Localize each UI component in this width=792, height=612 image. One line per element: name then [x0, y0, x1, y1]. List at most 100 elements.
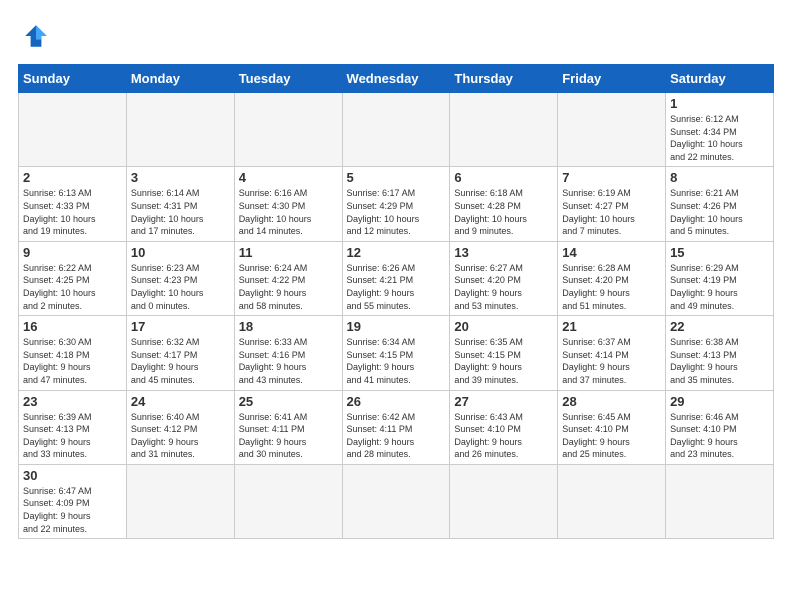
- calendar-cell: 10 Sunrise: 6:23 AM Sunset: 4:23 PM Dayli…: [126, 241, 234, 315]
- day-info: Sunrise: 6:45 AM Sunset: 4:10 PM Dayligh…: [562, 411, 661, 461]
- day-number: 24: [131, 394, 230, 409]
- calendar-week-3: 9 Sunrise: 6:22 AM Sunset: 4:25 PM Daylig…: [19, 241, 774, 315]
- weekday-header-thursday: Thursday: [450, 65, 558, 93]
- weekday-header-sunday: Sunday: [19, 65, 127, 93]
- day-number: 13: [454, 245, 553, 260]
- weekday-header-saturday: Saturday: [666, 65, 774, 93]
- calendar-week-5: 23 Sunrise: 6:39 AM Sunset: 4:13 PM Dayli…: [19, 390, 774, 464]
- calendar-cell: 24 Sunrise: 6:40 AM Sunset: 4:12 PM Dayli…: [126, 390, 234, 464]
- calendar-cell: 6 Sunrise: 6:18 AM Sunset: 4:28 PM Daylig…: [450, 167, 558, 241]
- calendar-cell: 1 Sunrise: 6:12 AM Sunset: 4:34 PM Daylig…: [666, 93, 774, 167]
- day-info: Sunrise: 6:19 AM Sunset: 4:27 PM Dayligh…: [562, 187, 661, 237]
- calendar-cell: 11Sunrise: 6:24 AM Sunset: 4:22 PM Dayli…: [234, 241, 342, 315]
- day-info: Sunrise: 6:39 AM Sunset: 4:13 PM Dayligh…: [23, 411, 122, 461]
- day-info: Sunrise: 6:12 AM Sunset: 4:34 PM Dayligh…: [670, 113, 769, 163]
- calendar-cell: 28Sunrise: 6:45 AM Sunset: 4:10 PM Dayli…: [558, 390, 666, 464]
- calendar-cell: 12 Sunrise: 6:26 AM Sunset: 4:21 PM Dayli…: [342, 241, 450, 315]
- calendar-cell: 25 Sunrise: 6:41 AM Sunset: 4:11 PM Dayli…: [234, 390, 342, 464]
- calendar-cell: [558, 93, 666, 167]
- day-number: 14: [562, 245, 661, 260]
- day-info: Sunrise: 6:41 AM Sunset: 4:11 PM Dayligh…: [239, 411, 338, 461]
- day-number: 26: [347, 394, 446, 409]
- day-number: 6: [454, 170, 553, 185]
- weekday-header-tuesday: Tuesday: [234, 65, 342, 93]
- calendar-cell: [342, 93, 450, 167]
- logo: [18, 18, 60, 54]
- calendar-cell: 8 Sunrise: 6:21 AM Sunset: 4:26 PM Daylig…: [666, 167, 774, 241]
- day-number: 18: [239, 319, 338, 334]
- day-number: 20: [454, 319, 553, 334]
- calendar-cell: 17 Sunrise: 6:32 AM Sunset: 4:17 PM Dayli…: [126, 316, 234, 390]
- calendar-cell: 2Sunrise: 6:13 AM Sunset: 4:33 PM Daylig…: [19, 167, 127, 241]
- day-number: 27: [454, 394, 553, 409]
- calendar-table: SundayMondayTuesdayWednesdayThursdayFrid…: [18, 64, 774, 539]
- day-number: 9: [23, 245, 122, 260]
- calendar-cell: 9 Sunrise: 6:22 AM Sunset: 4:25 PM Daylig…: [19, 241, 127, 315]
- day-number: 17: [131, 319, 230, 334]
- day-number: 22: [670, 319, 769, 334]
- weekday-header-friday: Friday: [558, 65, 666, 93]
- day-info: Sunrise: 6:46 AM Sunset: 4:10 PM Dayligh…: [670, 411, 769, 461]
- day-info: Sunrise: 6:13 AM Sunset: 4:33 PM Dayligh…: [23, 187, 122, 237]
- day-info: Sunrise: 6:42 AM Sunset: 4:11 PM Dayligh…: [347, 411, 446, 461]
- calendar-cell: 14 Sunrise: 6:28 AM Sunset: 4:20 PM Dayli…: [558, 241, 666, 315]
- calendar-cell: 27Sunrise: 6:43 AM Sunset: 4:10 PM Dayli…: [450, 390, 558, 464]
- day-number: 12: [347, 245, 446, 260]
- calendar-header: SundayMondayTuesdayWednesdayThursdayFrid…: [19, 65, 774, 93]
- day-info: Sunrise: 6:37 AM Sunset: 4:14 PM Dayligh…: [562, 336, 661, 386]
- day-number: 5: [347, 170, 446, 185]
- day-info: Sunrise: 6:21 AM Sunset: 4:26 PM Dayligh…: [670, 187, 769, 237]
- calendar-cell: 23 Sunrise: 6:39 AM Sunset: 4:13 PM Dayli…: [19, 390, 127, 464]
- calendar-cell: 5 Sunrise: 6:17 AM Sunset: 4:29 PM Daylig…: [342, 167, 450, 241]
- day-info: Sunrise: 6:14 AM Sunset: 4:31 PM Dayligh…: [131, 187, 230, 237]
- calendar-cell: 22 Sunrise: 6:38 AM Sunset: 4:13 PM Dayli…: [666, 316, 774, 390]
- day-info: Sunrise: 6:33 AM Sunset: 4:16 PM Dayligh…: [239, 336, 338, 386]
- day-info: Sunrise: 6:26 AM Sunset: 4:21 PM Dayligh…: [347, 262, 446, 312]
- calendar-cell: [558, 464, 666, 538]
- calendar-cell: [19, 93, 127, 167]
- day-info: Sunrise: 6:18 AM Sunset: 4:28 PM Dayligh…: [454, 187, 553, 237]
- day-number: 19: [347, 319, 446, 334]
- weekday-header-monday: Monday: [126, 65, 234, 93]
- calendar-cell: [450, 464, 558, 538]
- day-number: 29: [670, 394, 769, 409]
- day-number: 4: [239, 170, 338, 185]
- calendar-cell: 7Sunrise: 6:19 AM Sunset: 4:27 PM Daylig…: [558, 167, 666, 241]
- calendar-week-1: 1 Sunrise: 6:12 AM Sunset: 4:34 PM Daylig…: [19, 93, 774, 167]
- page: SundayMondayTuesdayWednesdayThursdayFrid…: [0, 0, 792, 612]
- calendar-cell: 4Sunrise: 6:16 AM Sunset: 4:30 PM Daylig…: [234, 167, 342, 241]
- calendar-cell: [234, 464, 342, 538]
- day-info: Sunrise: 6:30 AM Sunset: 4:18 PM Dayligh…: [23, 336, 122, 386]
- day-info: Sunrise: 6:22 AM Sunset: 4:25 PM Dayligh…: [23, 262, 122, 312]
- day-info: Sunrise: 6:23 AM Sunset: 4:23 PM Dayligh…: [131, 262, 230, 312]
- day-number: 11: [239, 245, 338, 260]
- day-number: 1: [670, 96, 769, 111]
- day-number: 25: [239, 394, 338, 409]
- calendar-cell: 29 Sunrise: 6:46 AM Sunset: 4:10 PM Dayli…: [666, 390, 774, 464]
- weekday-header-row: SundayMondayTuesdayWednesdayThursdayFrid…: [19, 65, 774, 93]
- calendar-cell: 15Sunrise: 6:29 AM Sunset: 4:19 PM Dayli…: [666, 241, 774, 315]
- day-info: Sunrise: 6:29 AM Sunset: 4:19 PM Dayligh…: [670, 262, 769, 312]
- day-info: Sunrise: 6:28 AM Sunset: 4:20 PM Dayligh…: [562, 262, 661, 312]
- day-number: 23: [23, 394, 122, 409]
- calendar-cell: 3Sunrise: 6:14 AM Sunset: 4:31 PM Daylig…: [126, 167, 234, 241]
- calendar-cell: [234, 93, 342, 167]
- calendar-week-6: 30Sunrise: 6:47 AM Sunset: 4:09 PM Dayli…: [19, 464, 774, 538]
- day-info: Sunrise: 6:27 AM Sunset: 4:20 PM Dayligh…: [454, 262, 553, 312]
- day-info: Sunrise: 6:35 AM Sunset: 4:15 PM Dayligh…: [454, 336, 553, 386]
- day-number: 16: [23, 319, 122, 334]
- calendar-week-2: 2Sunrise: 6:13 AM Sunset: 4:33 PM Daylig…: [19, 167, 774, 241]
- calendar-cell: 20 Sunrise: 6:35 AM Sunset: 4:15 PM Dayli…: [450, 316, 558, 390]
- day-info: Sunrise: 6:17 AM Sunset: 4:29 PM Dayligh…: [347, 187, 446, 237]
- day-info: Sunrise: 6:32 AM Sunset: 4:17 PM Dayligh…: [131, 336, 230, 386]
- day-number: 30: [23, 468, 122, 483]
- day-info: Sunrise: 6:38 AM Sunset: 4:13 PM Dayligh…: [670, 336, 769, 386]
- calendar-cell: [126, 93, 234, 167]
- calendar-body: 1 Sunrise: 6:12 AM Sunset: 4:34 PM Daylig…: [19, 93, 774, 539]
- day-info: Sunrise: 6:40 AM Sunset: 4:12 PM Dayligh…: [131, 411, 230, 461]
- day-number: 21: [562, 319, 661, 334]
- day-number: 10: [131, 245, 230, 260]
- day-number: 8: [670, 170, 769, 185]
- calendar-cell: [342, 464, 450, 538]
- calendar-week-4: 16 Sunrise: 6:30 AM Sunset: 4:18 PM Dayli…: [19, 316, 774, 390]
